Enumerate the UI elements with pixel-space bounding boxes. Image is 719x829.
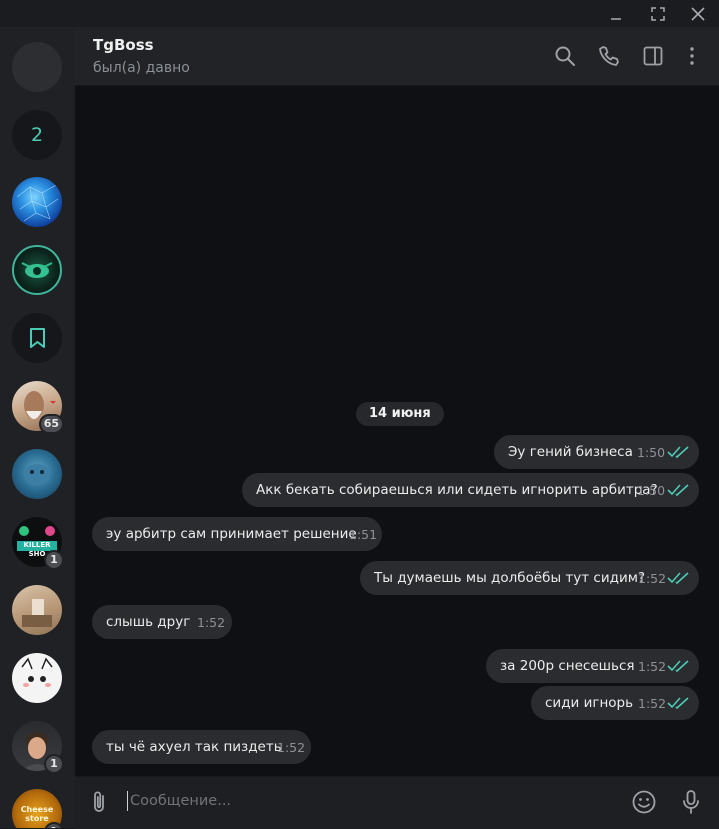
message-text: слышь друг — [106, 614, 191, 630]
fullscreen-icon[interactable] — [648, 4, 668, 24]
incoming-message[interactable]: эу арбитр сам принимает решение 1:51 — [92, 517, 382, 551]
outgoing-message[interactable]: сиди игнорь 1:52 — [531, 686, 699, 720]
more-vertical-icon[interactable] — [680, 44, 704, 68]
message-text: эу арбитр сам принимает решение — [106, 526, 357, 542]
message-text: сиди игнорь — [545, 695, 634, 711]
chat-avatar-green-eye[interactable] — [12, 245, 62, 295]
phone-icon[interactable] — [597, 44, 621, 68]
read-checkmarks-icon — [667, 572, 689, 584]
date-separator: 14 июня — [356, 402, 444, 426]
chat-avatar-anime[interactable] — [12, 653, 62, 703]
message-time: 1:50 — [637, 483, 666, 498]
message-time: 1:52 — [638, 571, 667, 586]
chat-avatar-partial[interactable] — [12, 42, 62, 92]
unread-badge: 65 — [38, 414, 64, 434]
message-text: Эу гений бизнеса — [508, 444, 633, 460]
message-input[interactable] — [130, 789, 610, 813]
chat-status: был(а) давно — [93, 60, 190, 76]
chat-avatar-label: Cheese store — [20, 805, 54, 823]
minimize-icon[interactable] — [606, 4, 626, 24]
chat-avatar-ocean[interactable] — [12, 449, 62, 499]
message-text: за 200р снесешься — [500, 658, 635, 674]
chat-avatar-2[interactable]: 2 — [12, 110, 62, 160]
message-composer — [75, 776, 719, 829]
chat-avatar-network[interactable] — [12, 177, 62, 227]
unread-badge: 1 — [44, 754, 64, 774]
chat-avatar-room[interactable] — [12, 585, 62, 635]
emoji-icon[interactable] — [631, 789, 657, 815]
message-text: Акк бекать собираешься или сидеть игнори… — [256, 482, 658, 498]
text-cursor — [127, 791, 128, 811]
sidebar-panel-icon[interactable] — [641, 44, 665, 68]
close-icon[interactable] — [688, 4, 708, 24]
incoming-message[interactable]: слышь друг 1:52 — [92, 605, 232, 639]
saved-messages-avatar[interactable] — [12, 313, 62, 363]
chat-title[interactable]: TgBoss — [93, 36, 154, 54]
message-text: ты чё ахуел так пиздеть — [106, 739, 282, 755]
search-icon[interactable] — [553, 44, 577, 68]
chat-avatar-person[interactable]: 1 — [12, 721, 64, 774]
message-time: 1:52 — [638, 696, 667, 711]
message-list[interactable]: 14 июня Эу гений бизнеса 1:50 Акк бекать… — [75, 86, 719, 776]
message-time: 1:50 — [637, 445, 666, 460]
outgoing-message[interactable]: Эу гений бизнеса 1:50 — [494, 435, 699, 469]
read-checkmarks-icon — [667, 660, 689, 672]
chat-avatar-killer-show[interactable]: KILLER SHO 1 — [12, 517, 64, 570]
message-time: 1:52 — [277, 740, 306, 755]
chat-avatar-meme[interactable]: 65 — [12, 381, 64, 434]
outgoing-message[interactable]: за 200р снесешься 1:52 — [486, 649, 699, 683]
outgoing-message[interactable]: Акк бекать собираешься или сидеть игнори… — [242, 473, 699, 507]
message-time: 1:51 — [349, 527, 378, 542]
incoming-message[interactable]: ты чё ахуел так пиздеть 1:52 — [92, 730, 311, 764]
microphone-icon[interactable] — [681, 789, 701, 815]
message-time: 1:52 — [638, 659, 667, 674]
read-checkmarks-icon — [667, 697, 689, 709]
read-checkmarks-icon — [667, 484, 689, 496]
chat-avatar-cheese-store[interactable]: Cheese store 1 — [12, 789, 64, 828]
chat-folders-sidebar: 2 65 KILLER SHO 1 1 Cheese store — [0, 27, 75, 828]
window-titlebar — [0, 0, 719, 27]
chat-header[interactable]: TgBoss был(а) давно — [75, 27, 719, 86]
bookmark-icon — [30, 328, 45, 348]
chat-avatar-label: 2 — [30, 124, 44, 146]
outgoing-message[interactable]: Ты думаешь мы долбоёбы тут сидим? 1:52 — [360, 561, 699, 595]
read-checkmarks-icon — [667, 446, 689, 458]
attach-icon[interactable] — [89, 789, 109, 815]
message-time: 1:52 — [197, 615, 226, 630]
unread-badge: 1 — [44, 550, 64, 570]
message-text: Ты думаешь мы долбоёбы тут сидим? — [374, 570, 646, 586]
